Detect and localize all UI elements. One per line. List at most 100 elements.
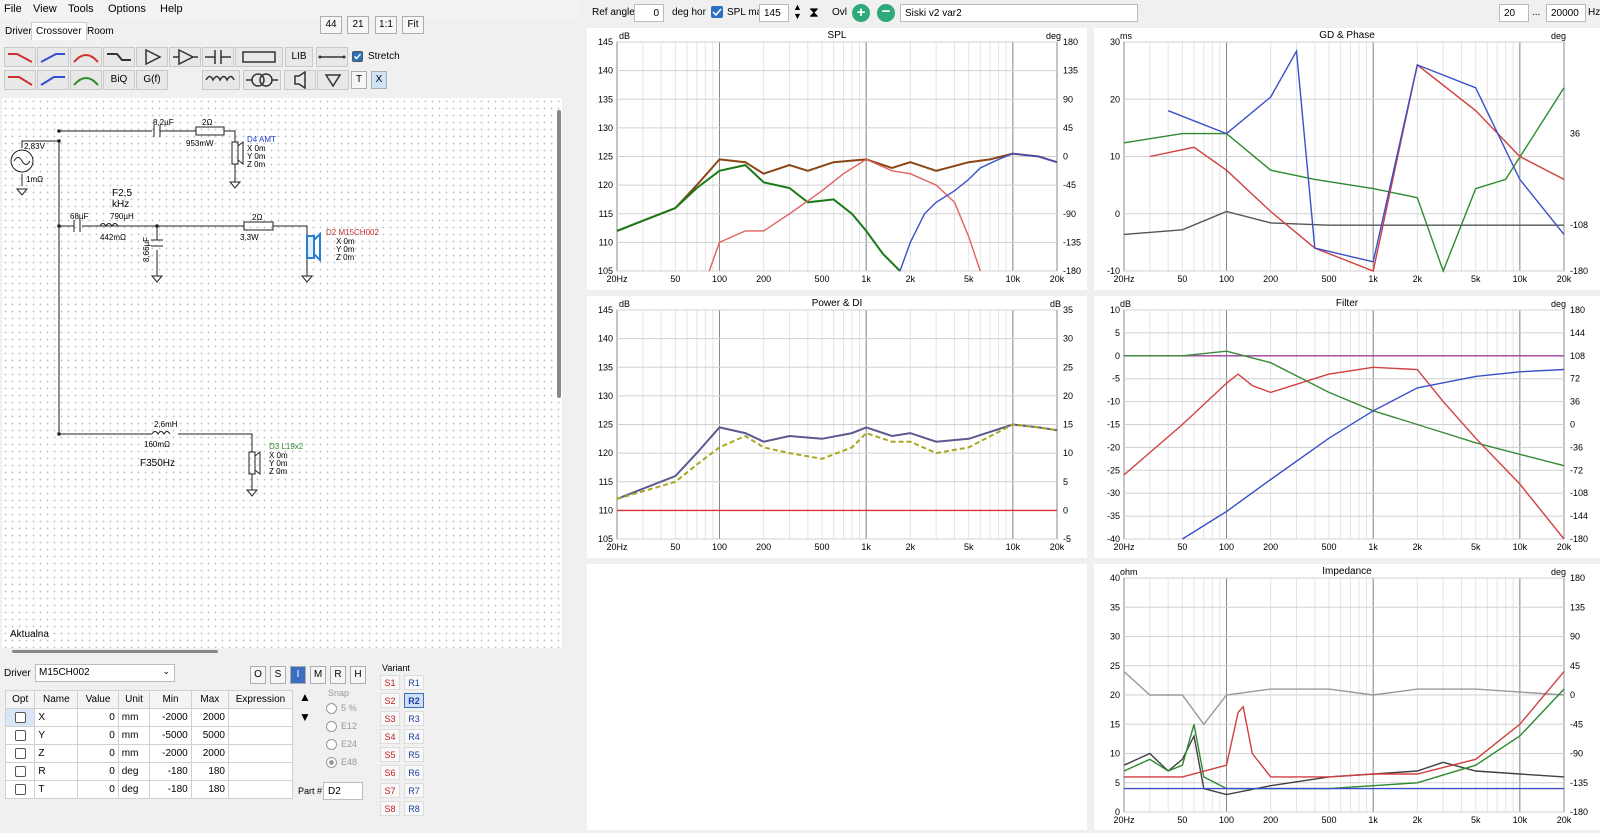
highpass-blue-icon[interactable] bbox=[37, 47, 69, 67]
hourglass-icon[interactable]: ⧗ bbox=[809, 4, 819, 21]
t-button[interactable]: T bbox=[351, 71, 367, 89]
menu-view[interactable]: View bbox=[33, 3, 57, 15]
param-min[interactable]: -2000 bbox=[149, 744, 192, 763]
mode-i-button[interactable]: I bbox=[290, 666, 306, 684]
variant-r4[interactable]: R4 bbox=[404, 729, 424, 744]
highpass-blue2-icon[interactable] bbox=[37, 70, 69, 90]
variant-r5[interactable]: R5 bbox=[404, 747, 424, 762]
param-max[interactable]: 5000 bbox=[190, 726, 230, 745]
mode-r-button[interactable]: R bbox=[330, 666, 346, 684]
param-max[interactable]: 180 bbox=[190, 780, 230, 799]
spl-max-input[interactable] bbox=[759, 4, 789, 22]
param-value[interactable]: 0 bbox=[77, 744, 119, 763]
biquad-button[interactable]: BiQ bbox=[103, 70, 135, 90]
variant-s4[interactable]: S4 bbox=[380, 729, 400, 744]
gd-phase-graph[interactable]: GD & Phase ms deg 30 20 10 0 -10 36 -108 -180 20… bbox=[1094, 28, 1600, 290]
param-expression[interactable] bbox=[228, 708, 293, 727]
menu-help[interactable]: Help bbox=[160, 3, 183, 15]
bandpass-green-icon[interactable] bbox=[70, 70, 102, 90]
param-value[interactable]: 0 bbox=[77, 708, 119, 727]
param-min[interactable]: -2000 bbox=[149, 708, 192, 727]
tab-crossover[interactable]: Crossover bbox=[31, 22, 87, 40]
tab-room[interactable]: Room bbox=[82, 22, 119, 40]
opt-checkbox[interactable] bbox=[14, 765, 26, 777]
move-down-icon[interactable]: ▼ bbox=[299, 710, 311, 724]
opt-checkbox[interactable] bbox=[14, 747, 26, 759]
variant-r6[interactable]: R6 bbox=[404, 765, 424, 780]
variant-s2[interactable]: S2 bbox=[380, 693, 400, 708]
param-expression[interactable] bbox=[228, 726, 293, 745]
param-expression[interactable] bbox=[228, 762, 293, 781]
lowpass-red2-icon[interactable] bbox=[4, 70, 36, 90]
mode-h-button[interactable]: H bbox=[350, 666, 366, 684]
impedance-graph[interactable]: Impedance ohm deg 40 35 30 25 20 15 10 5 0 180 135… bbox=[1094, 564, 1600, 830]
zoom-out-icon[interactable]: − bbox=[877, 4, 895, 22]
variant-r8[interactable]: R8 bbox=[404, 801, 424, 816]
d4-driver-label[interactable]: D4 AMT bbox=[247, 135, 276, 144]
lowpass-red-icon[interactable] bbox=[4, 47, 36, 67]
freq-min-input[interactable] bbox=[1499, 4, 1529, 22]
spl-spin-icon[interactable]: ▲ ▼ bbox=[793, 3, 802, 21]
crossover-schematic[interactable]: 2,83V 1mΩ 8,2µF 2Ω 953mW D4 AMT X 0m Y 0… bbox=[2, 98, 562, 648]
d2-driver-label[interactable]: D2 M15CH002 bbox=[326, 228, 379, 237]
ground-icon[interactable] bbox=[317, 70, 349, 90]
variant-s1[interactable]: S1 bbox=[380, 675, 400, 690]
x-button[interactable]: X bbox=[371, 71, 387, 89]
table-row[interactable]: X 0 mm -2000 2000 bbox=[4, 708, 293, 727]
opt-checkbox[interactable] bbox=[14, 711, 26, 723]
snap-e48-radio[interactable]: E48 bbox=[326, 757, 357, 769]
move-up-icon[interactable]: ▲ bbox=[299, 690, 311, 704]
inductor-icon[interactable] bbox=[202, 70, 240, 90]
table-row[interactable]: Z 0 mm -2000 2000 bbox=[4, 744, 293, 763]
c1-value[interactable]: 8,2µF bbox=[153, 118, 174, 127]
spl-max-checkbox[interactable] bbox=[711, 6, 723, 18]
filter-graph[interactable]: Filter dB deg 10 5 0 -5 -10 -15 -20 -25 -30 -35 -4… bbox=[1094, 296, 1600, 558]
mode-m-button[interactable]: M bbox=[310, 666, 326, 684]
param-max[interactable]: 2000 bbox=[190, 708, 230, 727]
variant-s6[interactable]: S6 bbox=[380, 765, 400, 780]
r2-value[interactable]: 2Ω bbox=[252, 213, 262, 222]
shelf-icon[interactable] bbox=[103, 47, 135, 67]
d3-driver-label[interactable]: D3 L19x2 bbox=[269, 442, 303, 451]
stretch-checkbox[interactable] bbox=[352, 51, 363, 62]
power-di-graph[interactable]: Power & DI dB dB 145 140 135 130 125 120 115 11… bbox=[587, 296, 1087, 558]
zoom-in-icon[interactable]: + bbox=[852, 4, 870, 22]
variant-r1[interactable]: R1 bbox=[404, 675, 424, 690]
library-button[interactable]: LIB bbox=[285, 47, 313, 67]
menu-file[interactable]: File bbox=[4, 3, 22, 15]
table-row[interactable]: R 0 deg -180 180 bbox=[4, 762, 293, 781]
mode-o-button[interactable]: O bbox=[250, 666, 266, 684]
mode-s-button[interactable]: S bbox=[270, 666, 286, 684]
snap-e12-radio[interactable]: E12 bbox=[326, 721, 357, 733]
c3-value[interactable]: 8,66µF bbox=[142, 237, 151, 262]
param-max[interactable]: 2000 bbox=[190, 744, 230, 763]
speaker-icon[interactable] bbox=[284, 70, 316, 90]
l2-value[interactable]: 2,6mH bbox=[154, 420, 178, 429]
param-value[interactable]: 0 bbox=[77, 726, 119, 745]
variant-r2[interactable]: R2 bbox=[404, 693, 424, 708]
param-value[interactable]: 0 bbox=[77, 762, 119, 781]
param-max[interactable]: 180 bbox=[190, 762, 230, 781]
param-min[interactable]: -180 bbox=[149, 762, 192, 781]
capacitor-icon[interactable] bbox=[202, 47, 234, 67]
variant-s5[interactable]: S5 bbox=[380, 747, 400, 762]
param-expression[interactable] bbox=[228, 780, 293, 799]
bandpass-red-icon[interactable] bbox=[70, 47, 102, 67]
schematic-scrollbar-h[interactable] bbox=[12, 650, 218, 653]
param-expression[interactable] bbox=[228, 744, 293, 763]
menu-tools[interactable]: Tools bbox=[68, 3, 94, 15]
table-row[interactable]: T 0 deg -180 180 bbox=[4, 780, 293, 799]
variant-s7[interactable]: S7 bbox=[380, 783, 400, 798]
resistor-icon[interactable] bbox=[235, 47, 283, 67]
param-min[interactable]: -180 bbox=[149, 780, 192, 799]
variant-s8[interactable]: S8 bbox=[380, 801, 400, 816]
opt-checkbox[interactable] bbox=[14, 783, 26, 795]
gf-button[interactable]: G(f) bbox=[136, 70, 168, 90]
spl-graph[interactable]: SPL dB deg 145 140 135 130 125 120 115 110 105 18… bbox=[587, 28, 1087, 290]
part-input[interactable] bbox=[323, 782, 363, 800]
menu-options[interactable]: Options bbox=[108, 3, 146, 15]
param-value[interactable]: 0 bbox=[77, 780, 119, 799]
l1-value[interactable]: 790µH bbox=[110, 212, 134, 221]
project-name-input[interactable] bbox=[900, 4, 1138, 22]
snap-5-radio[interactable]: 5 % bbox=[326, 703, 357, 715]
